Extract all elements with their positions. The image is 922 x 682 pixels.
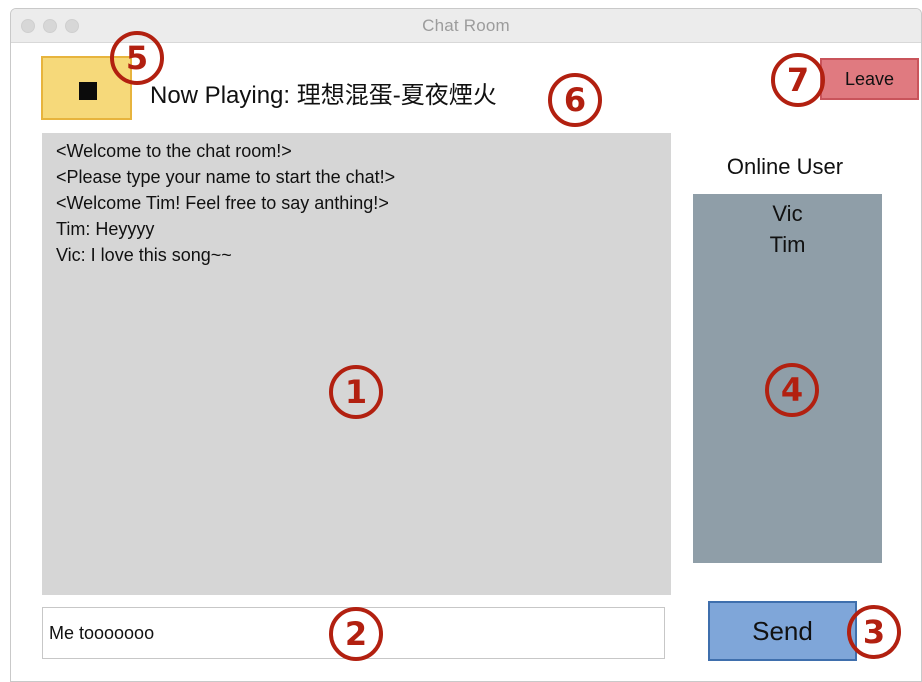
send-button[interactable]: Send [708, 601, 857, 661]
stop-music-button[interactable] [41, 56, 132, 120]
leave-button[interactable]: Leave [820, 58, 919, 100]
chat-log[interactable]: <Welcome to the chat room!> <Please type… [42, 133, 671, 595]
title-bar: Chat Room [11, 9, 921, 43]
window-title: Chat Room [422, 16, 510, 35]
message-input[interactable] [42, 607, 665, 659]
online-user-item: Tim [769, 232, 806, 257]
stop-icon [79, 82, 97, 100]
chat-message: <Please type your name to start the chat… [56, 167, 396, 187]
chat-message: Tim: Heyyyy [56, 219, 155, 239]
now-playing-label: Now Playing: 理想混蛋-夏夜煙火 [150, 82, 497, 109]
chat-room-window: Chat Room Now Playing: 理想混蛋-夏夜煙火 Leave <… [10, 8, 922, 682]
online-users-list[interactable]: Vic Tim [693, 194, 882, 563]
online-users-title: Online User [726, 154, 844, 179]
callout-6: 6 [548, 73, 602, 127]
chat-message: <Welcome Tim! Feel free to say anthing!> [56, 193, 389, 213]
chat-message: Vic: I love this song~~ [56, 245, 232, 265]
online-user-item: Vic [772, 201, 803, 226]
callout-7: 7 [771, 53, 825, 107]
chat-message: <Welcome to the chat room!> [56, 141, 292, 161]
